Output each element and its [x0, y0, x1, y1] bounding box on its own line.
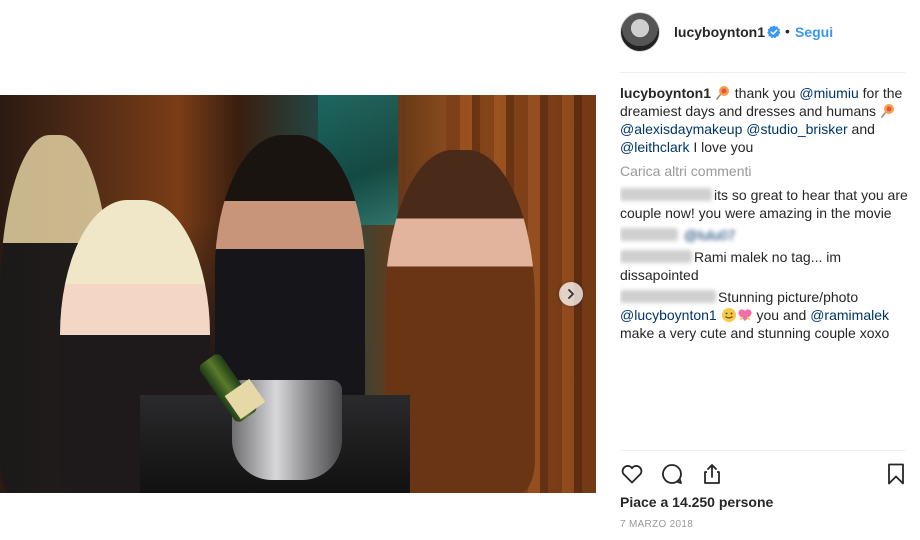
- verified-badge-icon: [767, 25, 781, 39]
- next-photo-button[interactable]: [559, 282, 583, 306]
- comment-item: @lulu07: [620, 226, 910, 244]
- bookmark-icon[interactable]: [884, 462, 908, 486]
- mention-link[interactable]: @lucyboynton1: [620, 307, 717, 323]
- mention-link[interactable]: @alexisdaymakeup: [620, 121, 742, 137]
- smile-emoji-icon: [721, 308, 736, 322]
- likes-count[interactable]: Piace a 14.250 persone: [620, 494, 773, 510]
- mention-link[interactable]: @leithclark: [620, 139, 689, 155]
- blurred-username: [620, 290, 716, 303]
- blurred-username: [620, 228, 678, 241]
- caption-text-4: I love you: [689, 139, 754, 155]
- comments-list: lucyboynton1 thank you @miumiu for the d…: [620, 84, 910, 374]
- post-date: 7 MARZO 2018: [620, 519, 694, 530]
- lollipop-emoji-icon: [715, 86, 729, 100]
- share-upload-icon[interactable]: [700, 462, 724, 486]
- caption-username[interactable]: lucyboynton1: [620, 85, 711, 101]
- actions-divider: [620, 450, 906, 451]
- header-separator: •: [785, 23, 790, 39]
- blurred-username: [620, 188, 712, 201]
- comment-text: Stunning picture/photo: [718, 289, 859, 305]
- comment-text: make a very cute and stunning couple xox…: [620, 325, 890, 341]
- load-more-comments-button[interactable]: Carica altri commenti: [620, 162, 910, 180]
- mention-link[interactable]: @studio_brisker: [746, 121, 847, 137]
- comment-bubble-icon[interactable]: [660, 462, 684, 486]
- caption-text-1: thank you: [734, 85, 800, 101]
- post-side-panel: lucyboynton1 • Segui lucyboynton1 thank …: [596, 0, 920, 540]
- comment-item: Stunning picture/photo @lucyboynton1 you…: [620, 288, 910, 342]
- mention-link[interactable]: @miumiu: [799, 85, 858, 101]
- chevron-right-icon: [568, 289, 574, 299]
- header-username[interactable]: lucyboynton1: [674, 24, 765, 40]
- caption-text-3: and: [847, 121, 875, 137]
- caption: lucyboynton1 thank you @miumiu for the d…: [620, 84, 910, 156]
- heart-ribbon-emoji-icon: [738, 309, 752, 321]
- lollipop-emoji-icon: [880, 104, 894, 118]
- follow-button[interactable]: Segui: [795, 24, 833, 40]
- heart-icon[interactable]: [620, 462, 644, 486]
- post-header: lucyboynton1 • Segui: [596, 0, 920, 72]
- blurred-username: [620, 250, 692, 263]
- avatar[interactable]: [620, 12, 660, 52]
- header-divider: [620, 72, 906, 73]
- comment-item: its so great to hear that you are couple…: [620, 186, 910, 222]
- comment-text: you and: [756, 307, 811, 323]
- mention-link[interactable]: @ramimalek: [810, 307, 889, 323]
- action-bar: [620, 462, 910, 488]
- post-photo[interactable]: [0, 95, 596, 493]
- blurred-mention[interactable]: @lulu07: [684, 227, 736, 243]
- comment-item: Rami malek no tag... im dissapointed: [620, 248, 910, 284]
